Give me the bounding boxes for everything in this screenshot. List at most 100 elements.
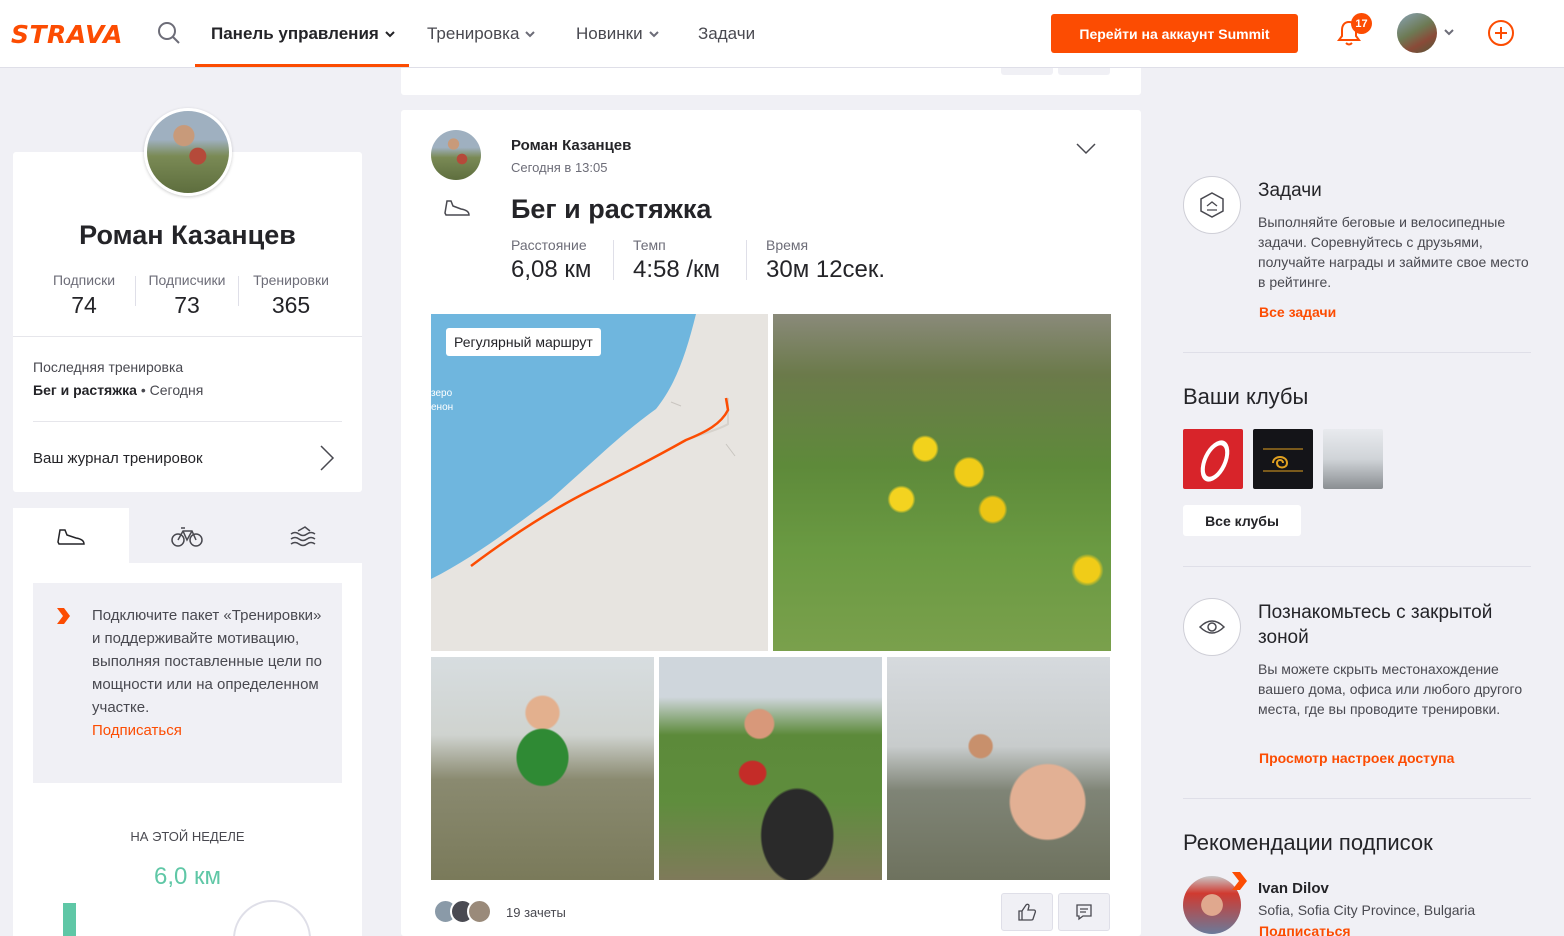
challenge-badge-icon	[1200, 192, 1224, 218]
stat-distance: Расстояние 6,08 км	[511, 237, 591, 284]
activity-photo[interactable]	[773, 314, 1111, 651]
chevron-down-icon	[385, 30, 395, 37]
bike-icon	[171, 527, 203, 547]
stat-value: 365	[271, 292, 311, 318]
map-graphic: зеро енон	[431, 314, 736, 579]
activity-photo[interactable]	[659, 657, 882, 880]
all-challenges-link[interactable]: Все задачи	[1259, 304, 1336, 320]
stat-activities[interactable]: Тренировки 365	[241, 272, 341, 319]
profile-card: Роман Казанцев Подписки 74 Подписчики 73…	[13, 152, 362, 492]
training-log-link[interactable]: Ваш журнал тренировок	[33, 450, 203, 467]
activity-photo[interactable]	[887, 657, 1110, 880]
shoe-sole-icon	[1200, 440, 1230, 482]
subscribe-link[interactable]: Подписаться	[92, 722, 182, 739]
swim-icon	[290, 526, 316, 547]
previous-feed-card	[401, 68, 1141, 95]
nav-whats-new[interactable]: Новинки	[576, 24, 659, 44]
challenges-title: Задачи	[1258, 180, 1322, 201]
notification-count-badge: 17	[1351, 13, 1372, 34]
recommendations-title: Рекомендации подписок	[1183, 830, 1433, 855]
avatar	[467, 899, 492, 924]
divider	[13, 336, 362, 337]
club-logo[interactable]	[1253, 429, 1313, 489]
comment-button[interactable]	[1058, 68, 1110, 75]
chevron-right-icon	[57, 608, 70, 624]
strava-logo[interactable]: STRAVA	[11, 20, 123, 49]
recommended-athlete-name[interactable]: Ivan Dilov	[1258, 879, 1329, 899]
stat-following[interactable]: Подписки 74	[34, 272, 134, 319]
sport-tabs	[13, 508, 362, 564]
divider	[613, 240, 614, 280]
privacy-settings-link[interactable]: Просмотр настроек доступа	[1259, 750, 1454, 766]
search-icon[interactable]	[157, 21, 181, 45]
challenges-icon	[1183, 176, 1241, 234]
athlete-name[interactable]: Роман Казанцев	[511, 137, 631, 154]
nav-training[interactable]: Тренировка	[427, 24, 536, 44]
divider	[238, 276, 239, 306]
promo-body: Подключите пакет «Тренировки» и поддержи…	[92, 607, 322, 716]
nav-challenges[interactable]: Задачи	[698, 24, 755, 44]
stat-label: Подписки	[52, 272, 116, 288]
nav-dashboard[interactable]: Панель управления	[211, 24, 395, 44]
active-tab-underline	[195, 64, 409, 67]
tab-swim[interactable]	[246, 508, 362, 564]
stat-value: 73	[174, 292, 200, 318]
activity-card: Роман Казанцев Сегодня в 13:05 Бег и рас…	[401, 110, 1141, 936]
top-navigation-bar: STRAVA Панель управления Тренировка Нови…	[0, 0, 1564, 68]
divider	[1183, 352, 1531, 353]
divider	[1183, 566, 1531, 567]
eye-icon	[1198, 620, 1226, 634]
nav-whats-new-label: Новинки	[576, 24, 643, 43]
kudos-avatars[interactable]	[433, 899, 492, 924]
stat-label: Темп	[633, 237, 666, 253]
chevron-right-icon[interactable]	[319, 444, 335, 472]
map-lake-label: зеро	[431, 388, 453, 399]
chevron-down-icon[interactable]	[1444, 29, 1454, 36]
this-week-label: НА ЭТОЙ НЕДЕЛЕ	[130, 829, 245, 844]
thumbs-up-icon	[1018, 903, 1037, 921]
comment-icon	[1076, 904, 1092, 921]
club-logo[interactable]	[1183, 429, 1243, 489]
kudos-button[interactable]	[1001, 68, 1053, 75]
last-workout[interactable]: Бег и растяжка • Сегодня	[33, 382, 203, 398]
kudos-button[interactable]	[1001, 893, 1053, 931]
activity-photo[interactable]	[431, 657, 654, 880]
athlete-avatar[interactable]	[431, 130, 481, 180]
recommended-athlete-location: Sofia, Sofia City Province, Bulgaria	[1258, 902, 1476, 918]
last-workout-name[interactable]: Бег и растяжка	[33, 382, 137, 398]
activity-title[interactable]: Бег и растяжка	[511, 194, 711, 225]
chevron-down-icon[interactable]	[1075, 142, 1097, 156]
summit-upgrade-button[interactable]: Перейти на аккаунт Summit	[1051, 14, 1298, 53]
this-week-distance: 6,0 км	[153, 863, 222, 890]
map-lake-label-2: енон	[431, 402, 453, 413]
follow-link[interactable]: Подписаться	[1259, 923, 1351, 936]
training-plan-promo: Подключите пакет «Тренировки» и поддержи…	[33, 583, 342, 783]
add-plus-icon[interactable]	[1487, 19, 1515, 47]
privacy-zone-icon	[1183, 598, 1241, 656]
chevron-right-icon	[1232, 872, 1247, 890]
tab-run[interactable]	[13, 508, 129, 564]
nav-training-label: Тренировка	[427, 24, 520, 43]
profile-avatar[interactable]	[144, 108, 232, 196]
user-avatar[interactable]	[1397, 13, 1437, 53]
divider	[33, 421, 342, 422]
tab-ride[interactable]	[129, 508, 245, 564]
divider	[746, 240, 747, 280]
stat-value: 6,08 км	[511, 256, 592, 283]
stat-value: 4:58 /км	[633, 256, 721, 283]
route-badge: Регулярный маршрут	[446, 328, 601, 356]
chevron-down-icon	[648, 30, 659, 37]
stat-pace: Темп 4:58 /км	[633, 237, 720, 284]
route-map[interactable]: зеро енон Регулярный маршрут	[431, 314, 768, 651]
kudos-count[interactable]: 19 зачеты	[506, 905, 566, 920]
promo-text: Подключите пакет «Тренировки» и поддержи…	[92, 604, 332, 742]
club-logo[interactable]	[1323, 429, 1383, 489]
stat-followers[interactable]: Подписчики 73	[137, 272, 237, 319]
comment-button[interactable]	[1058, 893, 1110, 931]
all-clubs-button[interactable]: Все клубы	[1183, 505, 1301, 536]
privacy-title: Познакомьтесь с закрытой зоной	[1258, 602, 1493, 648]
stat-label: Тренировки	[253, 272, 329, 288]
profile-name[interactable]: Роман Казанцев	[13, 220, 362, 251]
spiral-icon	[1263, 448, 1303, 472]
challenges-text: Выполняйте беговые и велосипедные задачи…	[1258, 214, 1529, 290]
